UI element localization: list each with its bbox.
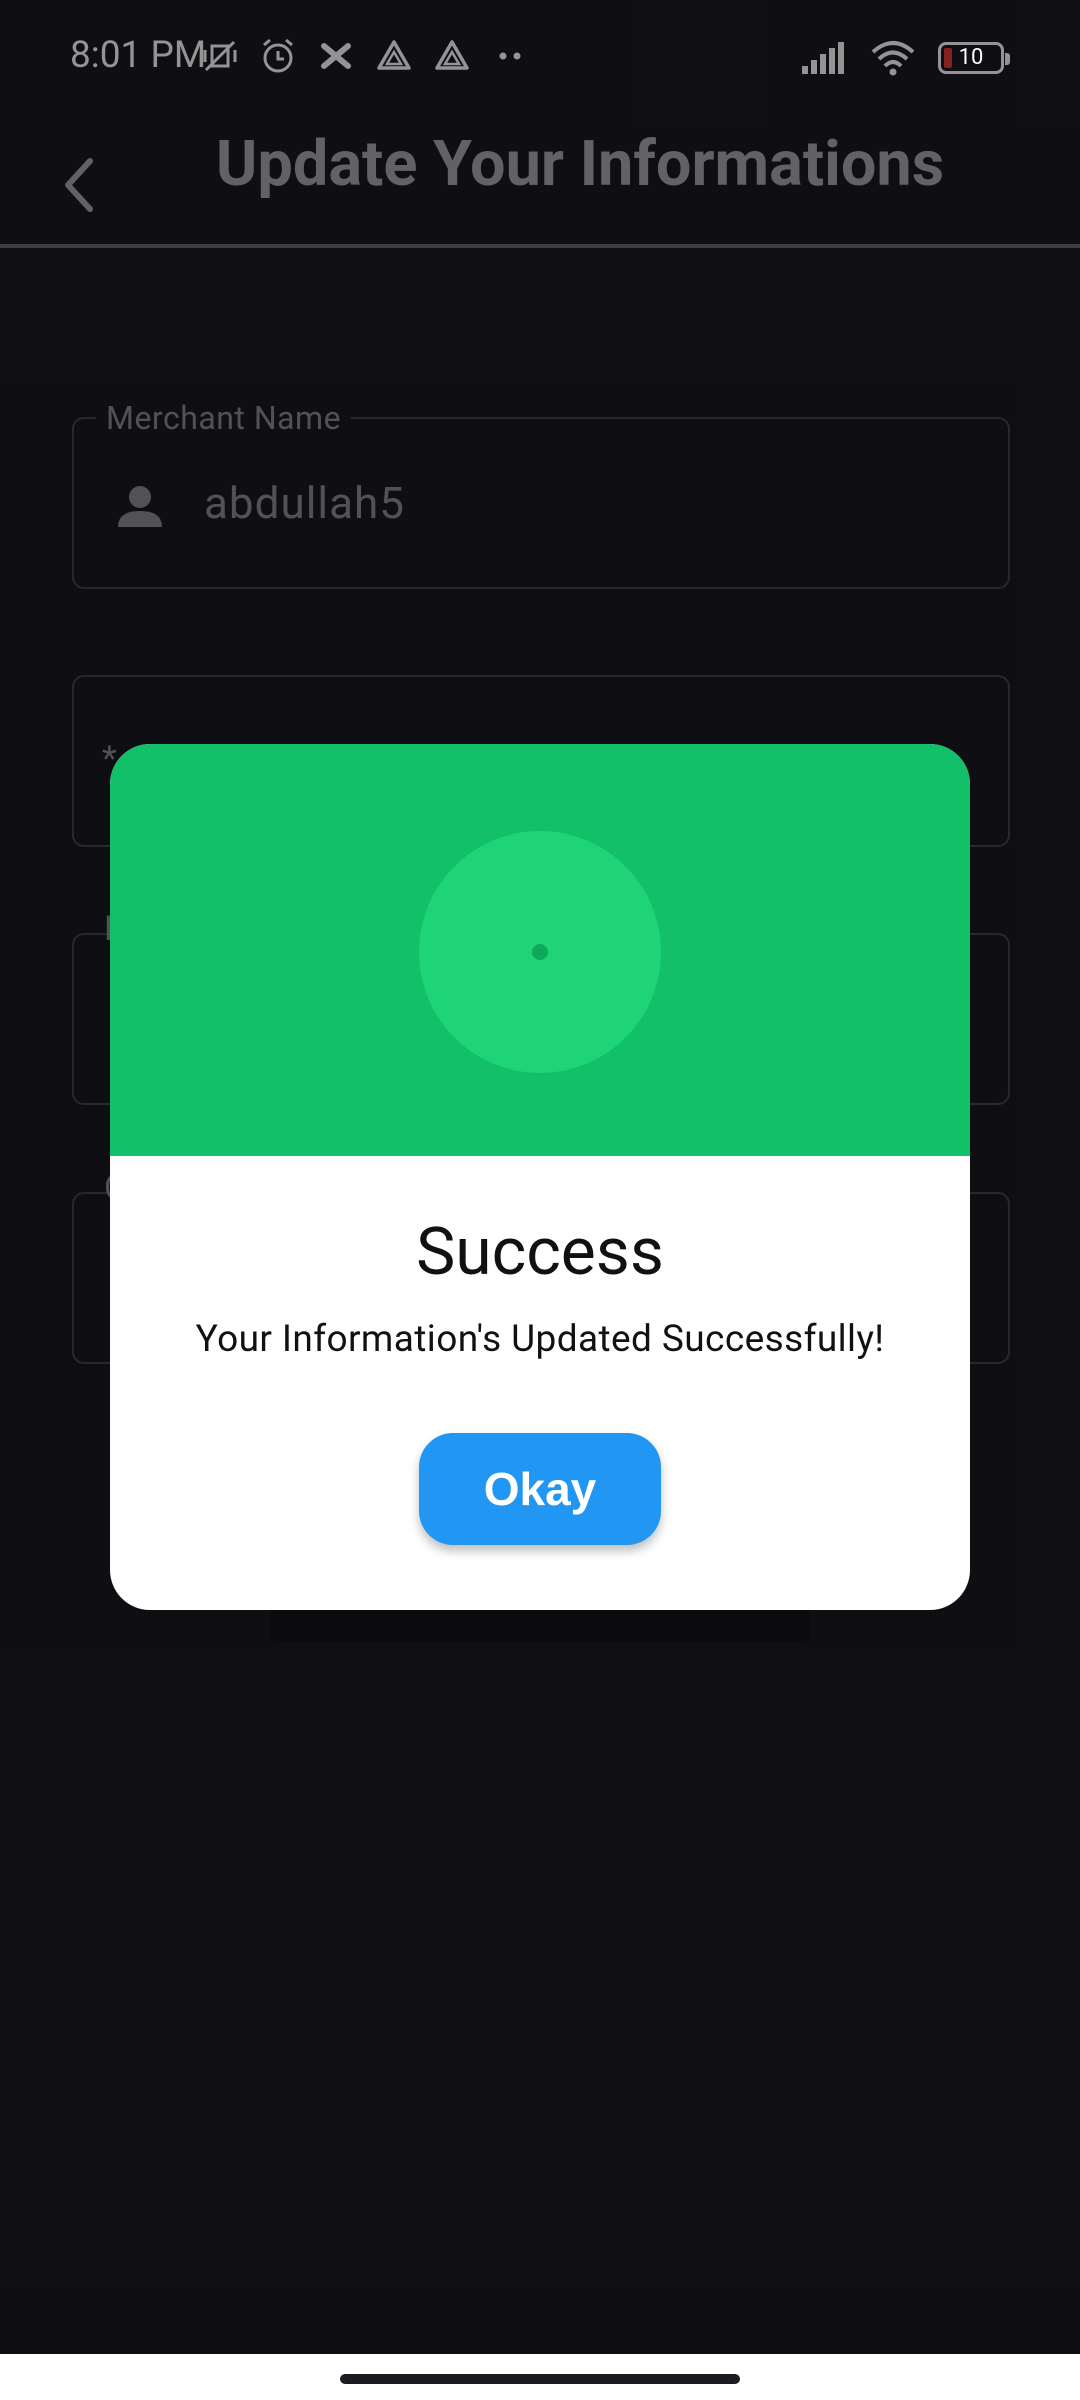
success-dialog: Success Your Information's Updated Succe… bbox=[110, 744, 970, 1610]
success-circle-icon bbox=[419, 831, 661, 1073]
screen: 8:01 PM 10 Update Your Informations Merc… bbox=[0, 0, 1080, 2400]
dialog-header bbox=[110, 744, 970, 1156]
battery-level: 10 bbox=[958, 45, 984, 70]
home-indicator[interactable] bbox=[340, 2374, 740, 2384]
nav-bar bbox=[0, 2354, 1080, 2400]
okay-button[interactable]: Okay bbox=[419, 1433, 661, 1545]
dialog-title: Success bbox=[416, 1214, 664, 1291]
success-dot bbox=[532, 944, 548, 960]
dialog-message: Your Information's Updated Successfully! bbox=[195, 1318, 885, 1361]
